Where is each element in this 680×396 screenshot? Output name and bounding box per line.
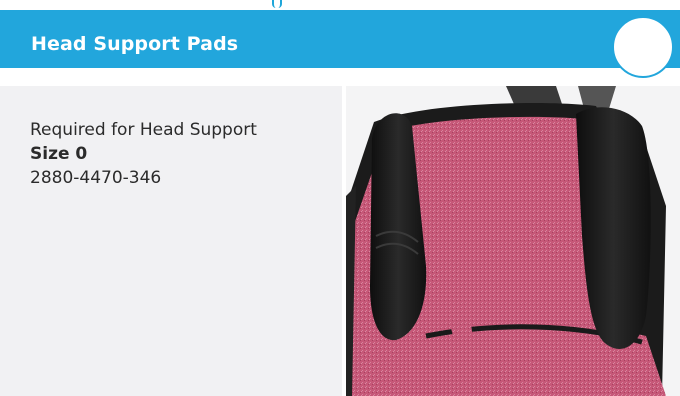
product-info: Required for Head Support Size 0 2880-44…	[30, 118, 257, 190]
header-badge-circle	[612, 16, 674, 78]
section-title: Head Support Pads	[31, 33, 239, 55]
product-size: Size 0	[30, 144, 88, 164]
product-part-number: 2880-4470-346	[30, 168, 162, 188]
section-header: Head Support Pads	[0, 10, 680, 78]
head-support-pads-image	[346, 86, 680, 396]
product-photo	[346, 86, 680, 396]
top-decoration	[272, 0, 282, 8]
product-description: Required for Head Support	[30, 120, 257, 140]
page: Head Support Pads Required for Head Supp…	[0, 0, 680, 396]
